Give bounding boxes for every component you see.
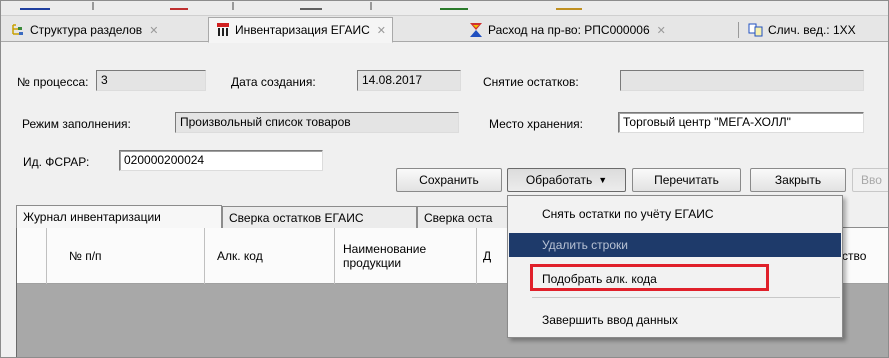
column-label: Д — [483, 249, 492, 263]
document-tab-bar: Структура разделов ✕ Инвентаризация ЕГАИ… — [0, 16, 889, 43]
input-button[interactable]: Вво — [852, 168, 889, 192]
tab-label: Сверка оста — [424, 210, 493, 225]
toolbar-divider — [232, 2, 234, 10]
close-button[interactable]: Закрыть — [750, 168, 846, 192]
toolbar-icon[interactable] — [300, 2, 322, 10]
close-icon[interactable]: ✕ — [377, 24, 386, 37]
grid-row-selector-header — [17, 228, 47, 284]
tab-production-expense[interactable]: Расход на пр-во: РПС000006 ✕ — [462, 18, 672, 42]
fill-mode-field[interactable]: Произвольный список товаров — [175, 112, 459, 133]
menu-separator — [532, 297, 840, 298]
remains-field[interactable] — [620, 70, 864, 91]
toolbar-icon[interactable] — [170, 2, 188, 10]
tab-remains-check[interactable]: Сверка оста — [417, 206, 517, 228]
tab-divider — [738, 22, 739, 38]
storage-place-field[interactable]: Торговый центр "МЕГА-ХОЛЛ" — [618, 112, 864, 133]
tab-inventory-journal[interactable]: Журнал инвентаризации — [16, 205, 222, 228]
created-date-label: Дата создания: — [231, 75, 316, 89]
tab-reconciliation[interactable]: Слич. вед.: 1XX — [742, 18, 862, 42]
menu-item-take-egais-remains[interactable]: Снять остатки по учёту ЕГАИС — [509, 202, 841, 226]
reread-button-label: Перечитать — [654, 173, 719, 187]
column-header-product-name[interactable]: Наименование продукции — [335, 228, 477, 284]
tab-egais-remains-check[interactable]: Сверка остатков ЕГАИС — [222, 206, 417, 228]
column-header-alc-code[interactable]: Алк. код — [205, 228, 335, 284]
save-button[interactable]: Сохранить — [396, 168, 502, 192]
tab-label: Слич. вед.: 1XX — [768, 23, 856, 37]
process-button-label: Обработать — [525, 173, 593, 187]
hourglass-icon — [468, 22, 484, 38]
menu-item-label: Подобрать алк. кода — [542, 272, 657, 286]
column-label: Алк. код — [217, 249, 263, 263]
menu-item-pick-alc-codes[interactable]: Подобрать алк. кода — [509, 267, 841, 291]
tab-structure[interactable]: Структура разделов ✕ — [4, 18, 164, 42]
tab-inventory-egais[interactable]: Инвентаризация ЕГАИС ✕ — [208, 17, 394, 43]
remains-label: Снятие остатков: — [483, 75, 579, 89]
save-button-label: Сохранить — [419, 173, 479, 187]
tab-label: Сверка остатков ЕГАИС — [229, 210, 364, 225]
process-number-label: № процесса: — [17, 75, 89, 89]
fsrar-id-field[interactable]: 020000200024 — [119, 150, 323, 171]
process-dropdown-button[interactable]: Обработать ▼ — [507, 168, 626, 192]
tab-label: Журнал инвентаризации — [23, 210, 161, 224]
toolbar-icon[interactable] — [440, 2, 468, 10]
column-header-quantity[interactable]: ство — [837, 228, 889, 284]
toolbar-strip — [0, 0, 889, 16]
menu-item-finish-input[interactable]: Завершить ввод данных — [509, 308, 841, 332]
close-icon[interactable]: ✕ — [149, 24, 158, 37]
dropdown-arrow-icon: ▼ — [598, 175, 608, 185]
process-number-field[interactable]: 3 — [96, 70, 206, 91]
created-date-field[interactable]: 14.08.2017 — [357, 70, 461, 91]
fill-mode-label: Режим заполнения: — [22, 117, 131, 131]
toolbar-icon[interactable] — [556, 2, 582, 10]
process-dropdown-menu: Снять остатки по учёту ЕГАИС Удалить стр… — [507, 195, 843, 338]
toolbar-icon[interactable] — [20, 2, 50, 10]
inventory-icon — [215, 22, 231, 38]
close-button-label: Закрыть — [774, 173, 822, 187]
menu-item-delete-rows[interactable]: Удалить строки — [509, 233, 841, 257]
menu-item-label: Завершить ввод данных — [542, 313, 678, 327]
storage-place-label: Место хранения: — [489, 117, 583, 131]
tree-icon — [10, 22, 26, 38]
reread-button[interactable]: Перечитать — [632, 168, 741, 192]
fsrar-id-label: Ид. ФСРАР: — [23, 155, 90, 169]
column-label: № п/п — [69, 249, 102, 263]
toolbar-divider — [370, 2, 372, 10]
menu-item-label: Снять остатки по учёту ЕГАИС — [542, 207, 714, 221]
toolbar-divider — [92, 2, 94, 10]
column-header-number[interactable]: № п/п — [47, 228, 205, 284]
close-icon[interactable]: ✕ — [657, 24, 666, 37]
compare-icon — [748, 22, 764, 38]
tab-label: Расход на пр-во: РПС000006 — [488, 23, 650, 37]
column-label: Наименование продукции — [343, 242, 427, 270]
column-label: ство — [842, 249, 867, 263]
input-button-label: Вво — [861, 173, 882, 187]
tab-label: Инвентаризация ЕГАИС — [235, 23, 370, 37]
tab-label: Структура разделов — [30, 23, 143, 37]
menu-item-label: Удалить строки — [542, 238, 628, 252]
